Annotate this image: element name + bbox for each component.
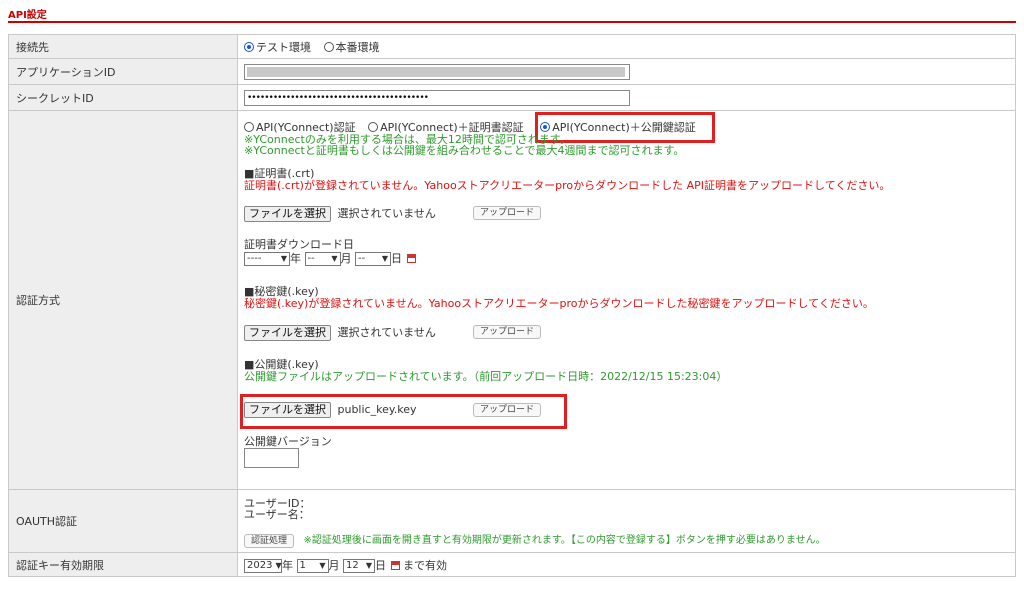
row-auth-method: 認証方式 API(YConnect)認証 API(YConnect)＋証明書認証… <box>8 110 1016 490</box>
cert-day-unit: 日 <box>391 251 402 265</box>
radio-test-env-dot[interactable] <box>244 41 254 52</box>
connection-value: テスト環境 本番環境 <box>237 34 1016 59</box>
cert-year-unit: 年 <box>290 251 301 265</box>
private-key-upload-button[interactable]: アップロード <box>473 324 542 339</box>
cert-file-status: 選択されていません <box>337 206 436 220</box>
auth-method-panel: API(YConnect)認証 API(YConnect)＋証明書認証 API(… <box>240 111 1015 489</box>
chevron-down-icon: ▼ <box>365 561 372 570</box>
calendar-icon[interactable] <box>390 561 400 570</box>
expiry-label: 認証キー有効期限 <box>8 552 238 577</box>
cert-upload-button[interactable]: アップロード <box>473 205 542 220</box>
chevron-down-icon: ▼ <box>280 254 287 263</box>
section-title: API設定 <box>8 10 47 21</box>
oauth-value: ユーザーID： ユーザー名： 認証処理 ※認証処理後に画面を開き直すと有効期限が… <box>237 489 1016 553</box>
expiry-day-unit: 日 <box>375 558 386 572</box>
app-id-label: アプリケーションID <box>8 58 238 85</box>
connection-label: 接続先 <box>8 34 238 59</box>
expiry-month-select[interactable]: 1 ▼ <box>296 558 329 573</box>
chevron-down-icon: ▼ <box>319 561 326 570</box>
oauth-action-row: 認証処理 ※認証処理後に画面を開き直すと有効期限が更新されます。【この内容で登録… <box>244 531 826 548</box>
oauth-user-name: ユーザー名： <box>244 507 310 521</box>
highlight-public-key-upload <box>240 393 567 429</box>
cert-status: 証明書(.crt)が登録されていません。Yahooストアクリエーターproからダ… <box>244 178 891 192</box>
radio-prod-env-dot[interactable] <box>323 41 334 52</box>
radio-test-env[interactable]: テスト環境 <box>244 39 311 55</box>
secret-id-label: シークレットID <box>8 84 238 111</box>
cert-year-value: ---- <box>247 253 262 264</box>
expiry-day-select[interactable]: 12 ▼ <box>343 558 375 573</box>
cert-day-value: -- <box>358 253 366 264</box>
private-key-status: 秘密鍵(.key)が登録されていません。Yahooストアクリエーターproからダ… <box>244 296 874 310</box>
row-secret-id: シークレットID •••••••••••••••••••••••••••••••… <box>8 84 1016 111</box>
private-key-choose-file-button[interactable]: ファイルを選択 <box>244 324 331 341</box>
secret-id-input[interactable]: ••••••••••••••••••••••••••••••••••••••••… <box>244 89 630 106</box>
expiry-year-value: 2023 <box>247 560 273 571</box>
oauth-auth-button[interactable]: 認証処理 <box>244 533 295 548</box>
cert-upload-row: ファイルを選択 選択されていません <box>244 205 436 222</box>
oauth-note: ※認証処理後に画面を開き直すと有効期限が更新されます。【この内容で登録する】ボタ… <box>303 534 826 546</box>
cert-year-select[interactable]: ---- ▼ <box>244 251 290 266</box>
row-app-id: アプリケーションID <box>8 58 1016 85</box>
row-expiry: 認証キー有効期限 2023 ▼ 年 1 ▼ 月 12 ▼ 日 まで有効 <box>8 552 1016 577</box>
app-id-masked <box>247 66 625 77</box>
chevron-down-icon: ▼ <box>331 254 338 263</box>
api-settings-table: 接続先 テスト環境 本番環境 アプリケーションID シークレットID •••••… <box>8 34 1016 577</box>
expiry-year-unit: 年 <box>282 558 293 572</box>
cert-month-value: -- <box>307 253 315 264</box>
expiry-suffix: まで有効 <box>403 558 447 572</box>
oauth-label: OAUTH認証 <box>8 489 238 553</box>
app-id-value <box>237 58 1016 85</box>
cert-month-unit: 月 <box>340 251 352 265</box>
public-key-version-label: 公開鍵バージョン <box>244 434 332 448</box>
row-connection: 接続先 テスト環境 本番環境 <box>8 34 1016 59</box>
public-key-version-input[interactable] <box>244 447 299 468</box>
expiry-month-value: 1 <box>299 560 306 571</box>
radio-prod-env[interactable]: 本番環境 <box>323 39 380 55</box>
secret-id-value: ••••••••••••••••••••••••••••••••••••••••… <box>237 84 1016 111</box>
cert-month-select[interactable]: -- ▼ <box>304 251 341 266</box>
expiry-year-select[interactable]: 2023 ▼ <box>244 558 282 573</box>
auth-method-label: 認証方式 <box>8 110 238 490</box>
oauth-panel: ユーザーID： ユーザー名： 認証処理 ※認証処理後に画面を開き直すと有効期限が… <box>244 491 1015 552</box>
cert-download-date-row: ---- ▼ 年 -- ▼ 月 -- ▼ 日 <box>244 250 416 266</box>
calendar-icon[interactable] <box>406 254 416 263</box>
row-oauth: OAUTH認証 ユーザーID： ユーザー名： 認証処理 ※認証処理後に画面を開き… <box>8 489 1016 553</box>
radio-test-env-label: テスト環境 <box>256 40 311 54</box>
expiry-month-unit: 月 <box>328 558 340 572</box>
expiry-day-value: 12 <box>346 560 359 571</box>
chevron-down-icon: ▼ <box>381 254 388 263</box>
auth-method-value: API(YConnect)認証 API(YConnect)＋証明書認証 API(… <box>237 110 1016 490</box>
radio-prod-env-label: 本番環境 <box>335 40 380 54</box>
auth-note-2: ※YConnectと証明書もしくは公開鍵を組み合わせることで最大4週間まで認可さ… <box>244 143 685 157</box>
expiry-value: 2023 ▼ 年 1 ▼ 月 12 ▼ 日 まで有効 <box>237 552 1016 577</box>
private-key-file-status: 選択されていません <box>337 325 436 339</box>
section-title-rule <box>8 21 1016 23</box>
cert-choose-file-button[interactable]: ファイルを選択 <box>244 205 331 222</box>
private-key-upload-row: ファイルを選択 選択されていません <box>244 324 436 341</box>
cert-day-select[interactable]: -- ▼ <box>355 251 391 266</box>
public-key-status: 公開鍵ファイルはアップロードされています。（前回アップロード日時：2022/12… <box>244 369 728 383</box>
chevron-down-icon: ▼ <box>275 561 282 570</box>
app-id-input[interactable] <box>244 63 630 80</box>
